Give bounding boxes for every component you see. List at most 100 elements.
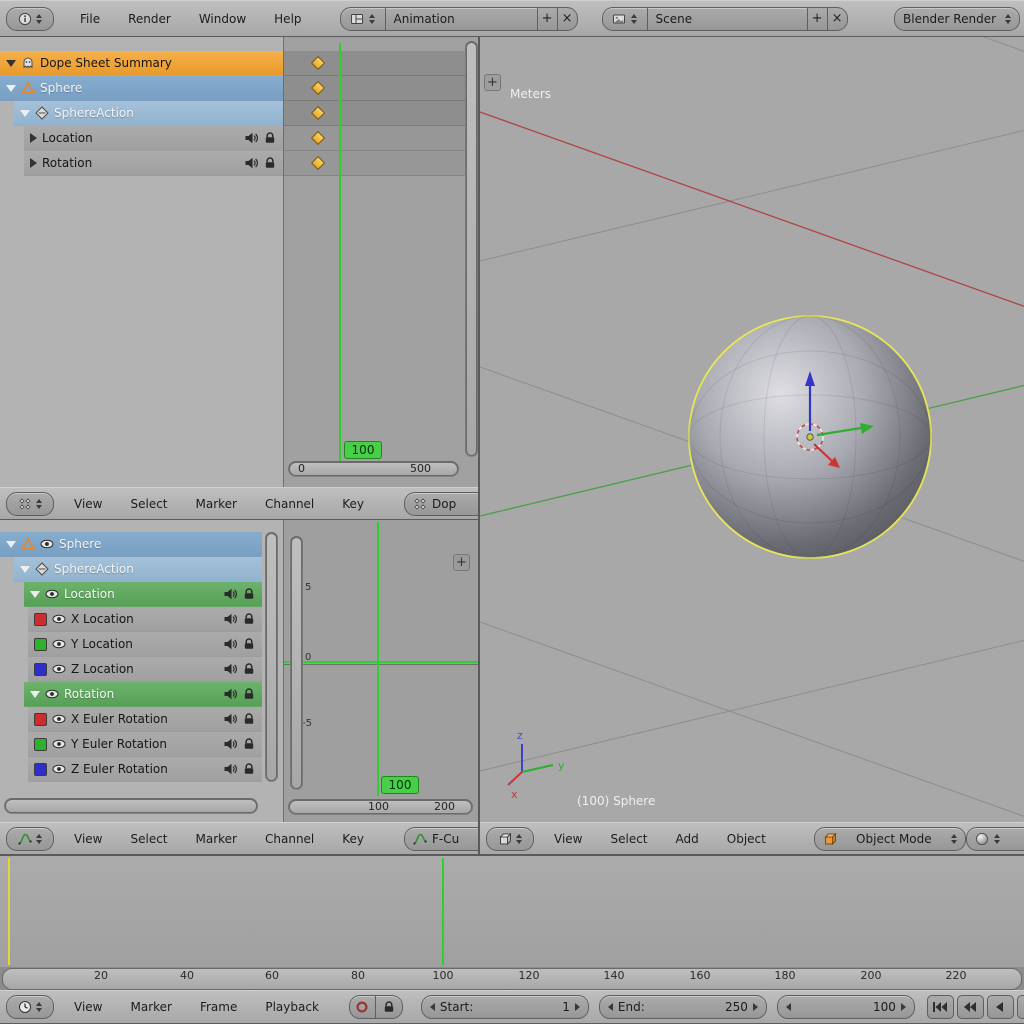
mute-speaker-icon[interactable]: [223, 712, 237, 726]
lock-icon[interactable]: [263, 156, 277, 170]
graph-mode-select[interactable]: F-Cu: [404, 827, 478, 851]
scrollbar-thumb[interactable]: [466, 42, 477, 456]
channel-sphere[interactable]: Sphere: [0, 76, 283, 101]
horizontal-scrollbar[interactable]: 0 500: [288, 461, 459, 477]
dope-mode-select[interactable]: Dop: [404, 492, 478, 516]
channel-sphereaction[interactable]: SphereAction: [14, 557, 262, 582]
scene-name-field[interactable]: Scene: [648, 7, 808, 31]
graph-curve-area[interactable]: 5 0 -5 100 + 100 200: [283, 520, 478, 822]
menu-view[interactable]: View: [60, 1000, 116, 1014]
screen-layout-name-field[interactable]: Animation: [386, 7, 538, 31]
lock-icon[interactable]: [263, 131, 277, 145]
chevron-right-icon[interactable]: [30, 133, 37, 143]
mute-speaker-icon[interactable]: [223, 737, 237, 751]
add-scene-button[interactable]: +: [808, 7, 828, 31]
channel-z-euler-rotation[interactable]: Z Euler Rotation: [28, 757, 262, 782]
menu-playback[interactable]: Playback: [251, 1000, 333, 1014]
eye-icon[interactable]: [52, 612, 66, 626]
editor-type-button-timeline[interactable]: [6, 995, 54, 1019]
eye-icon[interactable]: [52, 712, 66, 726]
dope-keyframe-area[interactable]: 100 0 500: [283, 37, 478, 487]
menu-object[interactable]: Object: [713, 832, 780, 846]
decrement-arrow-icon[interactable]: [786, 1003, 791, 1011]
record-autokey-button[interactable]: [349, 995, 376, 1019]
mute-speaker-icon[interactable]: [223, 762, 237, 776]
chevron-down-icon[interactable]: [6, 541, 16, 548]
current-frame-field[interactable]: 100: [777, 995, 915, 1019]
mute-speaker-icon[interactable]: [223, 587, 237, 601]
jump-prev-keyframe-button[interactable]: [957, 995, 984, 1019]
channel-x-euler-rotation[interactable]: X Euler Rotation: [28, 707, 262, 732]
menu-file[interactable]: File: [66, 12, 114, 26]
delete-scene-button[interactable]: ×: [828, 7, 848, 31]
timeline-ruler[interactable]: 20 40 60 80 100 120 140 160 180 200 220: [0, 967, 1024, 991]
region-expand-button[interactable]: +: [484, 74, 501, 91]
scrollbar-thumb[interactable]: [266, 533, 277, 781]
horizontal-scrollbar[interactable]: [4, 798, 258, 814]
channel-group-rotation[interactable]: Rotation: [24, 682, 262, 707]
viewport-shading-select[interactable]: [966, 827, 1024, 851]
increment-arrow-icon[interactable]: [575, 1003, 580, 1011]
chevron-down-icon[interactable]: [20, 110, 30, 117]
chevron-down-icon[interactable]: [6, 85, 16, 92]
channel-y-euler-rotation[interactable]: Y Euler Rotation: [28, 732, 262, 757]
keyframe-marker-line[interactable]: [8, 858, 10, 965]
mute-speaker-icon[interactable]: [244, 131, 258, 145]
menu-select[interactable]: Select: [116, 832, 181, 846]
mute-speaker-icon[interactable]: [223, 662, 237, 676]
editor-type-button-dope[interactable]: [6, 492, 54, 516]
scrollbar-thumb[interactable]: [291, 537, 302, 789]
timeline-track-area[interactable]: [0, 856, 1024, 967]
vertical-scrollbar[interactable]: [290, 536, 303, 790]
menu-frame[interactable]: Frame: [186, 1000, 251, 1014]
increment-arrow-icon[interactable]: [753, 1003, 758, 1011]
menu-view[interactable]: View: [60, 497, 116, 511]
eye-icon[interactable]: [40, 537, 54, 551]
lock-icon[interactable]: [242, 762, 256, 776]
viewport-canvas[interactable]: Meters (100) Sphere z y x: [480, 37, 1024, 822]
mute-speaker-icon[interactable]: [223, 687, 237, 701]
channel-dope-sheet-summary[interactable]: Dope Sheet Summary: [0, 51, 283, 76]
menu-select[interactable]: Select: [116, 497, 181, 511]
editor-type-button-graph[interactable]: [6, 827, 54, 851]
decrement-arrow-icon[interactable]: [608, 1003, 613, 1011]
menu-window[interactable]: Window: [185, 12, 260, 26]
lock-icon[interactable]: [242, 737, 256, 751]
autokey-lock-button[interactable]: [376, 995, 403, 1019]
channel-x-location[interactable]: X Location: [28, 607, 262, 632]
chevron-right-icon[interactable]: [30, 158, 37, 168]
channel-location[interactable]: Location: [24, 126, 283, 151]
menu-render[interactable]: Render: [114, 12, 185, 26]
scrollbar-thumb[interactable]: [5, 799, 257, 813]
mute-speaker-icon[interactable]: [223, 612, 237, 626]
chevron-down-icon[interactable]: [30, 591, 40, 598]
screen-layout-browse-button[interactable]: [340, 7, 386, 31]
eye-icon[interactable]: [45, 687, 59, 701]
channel-group-location[interactable]: Location: [24, 582, 262, 607]
lock-icon[interactable]: [242, 637, 256, 651]
scene-browse-button[interactable]: [602, 7, 648, 31]
menu-view[interactable]: View: [60, 832, 116, 846]
play-button[interactable]: [1017, 995, 1024, 1019]
chevron-down-icon[interactable]: [6, 60, 16, 67]
channel-sphereaction[interactable]: SphereAction: [14, 101, 283, 126]
chevron-down-icon[interactable]: [20, 566, 30, 573]
jump-to-start-button[interactable]: [927, 995, 954, 1019]
mute-speaker-icon[interactable]: [244, 156, 258, 170]
end-frame-field[interactable]: End: 250: [599, 995, 767, 1019]
menu-view[interactable]: View: [540, 832, 596, 846]
editor-type-button-info[interactable]: [6, 7, 54, 31]
menu-channel[interactable]: Channel: [251, 497, 328, 511]
vertical-scrollbar[interactable]: [465, 41, 478, 457]
menu-channel[interactable]: Channel: [251, 832, 328, 846]
horizontal-scrollbar[interactable]: 100 200: [288, 799, 473, 815]
play-reverse-button[interactable]: [987, 995, 1014, 1019]
lock-icon[interactable]: [242, 687, 256, 701]
current-frame-line[interactable]: [442, 858, 444, 965]
current-frame-line[interactable]: [377, 522, 379, 796]
editor-type-button-3dview[interactable]: [486, 827, 534, 851]
mode-select[interactable]: Object Mode: [814, 827, 966, 851]
lock-icon[interactable]: [242, 662, 256, 676]
eye-icon[interactable]: [52, 662, 66, 676]
current-frame-line[interactable]: [339, 43, 341, 461]
